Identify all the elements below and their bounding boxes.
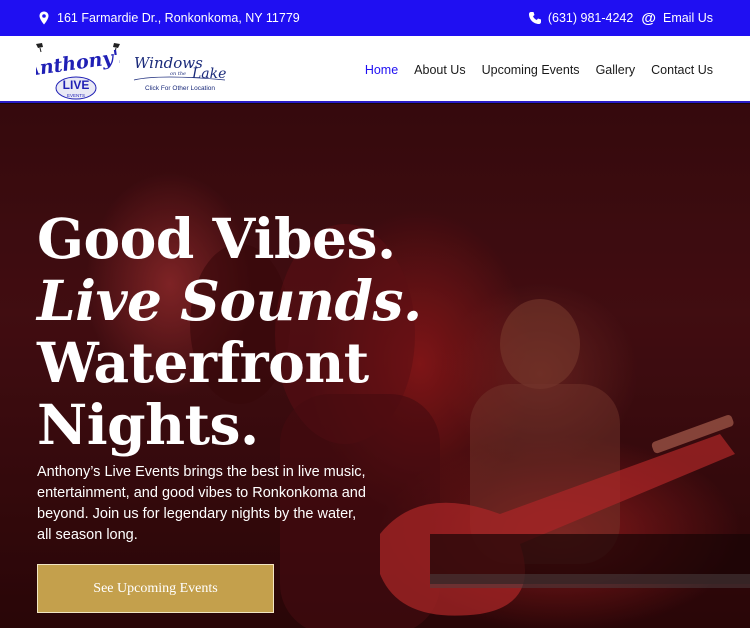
address-text: 161 Farmardie Dr., Ronkonkoma, NY 11779: [57, 11, 300, 25]
svg-text:EVENTS: EVENTS: [67, 93, 85, 98]
headline-line-4: Nights.: [37, 392, 259, 457]
headline-line-2: Live Sounds.: [37, 268, 422, 333]
nav-home[interactable]: Home: [365, 63, 398, 77]
headline-line-3: Waterfront: [37, 330, 369, 395]
location-pin-icon: [37, 11, 51, 25]
top-contact-bar: 161 Farmardie Dr., Ronkonkoma, NY 11779 …: [0, 0, 750, 36]
nav-gallery[interactable]: Gallery: [596, 63, 636, 77]
phone-number: (631) 981-4242: [547, 11, 634, 25]
at-sign-icon: @: [641, 9, 656, 27]
windows-on-the-lake-logo[interactable]: Windows on the Lake Click For Other Loca…: [130, 50, 230, 94]
address-block[interactable]: 161 Farmardie Dr., Ronkonkoma, NY 11779: [37, 11, 300, 25]
nav-about-us[interactable]: About Us: [414, 63, 465, 77]
phone-icon: [528, 11, 542, 25]
headline-line-1: Good Vibes.: [37, 206, 396, 271]
anthonys-live-events-logo[interactable]: Anthony's LIVE EVENTS: [36, 42, 120, 100]
hero-description: Anthony’s Live Events brings the best in…: [37, 464, 366, 543]
phone-link[interactable]: (631) 981-4242: [528, 11, 633, 25]
nav-contact-us[interactable]: Contact Us: [651, 63, 713, 77]
hero-section: Good Vibes. Live Sounds. Waterfront Nigh…: [0, 104, 750, 628]
svg-text:Anthony's: Anthony's: [36, 45, 120, 82]
email-link[interactable]: @ Email Us: [641, 11, 713, 26]
main-navbar: Anthony's LIVE EVENTS Windows on the Lak…: [0, 36, 750, 103]
email-label: Email Us: [662, 11, 713, 25]
svg-text:on the: on the: [170, 71, 186, 77]
nav-upcoming-events[interactable]: Upcoming Events: [482, 63, 580, 77]
hero-headline: Good Vibes. Live Sounds. Waterfront Nigh…: [37, 208, 457, 456]
nav-links: Home About Us Upcoming Events Gallery Co…: [349, 36, 713, 103]
svg-text:Click For Other Location: Click For Other Location: [145, 85, 215, 92]
see-upcoming-events-button[interactable]: See Upcoming Events: [37, 564, 274, 613]
svg-text:LIVE: LIVE: [63, 78, 90, 92]
